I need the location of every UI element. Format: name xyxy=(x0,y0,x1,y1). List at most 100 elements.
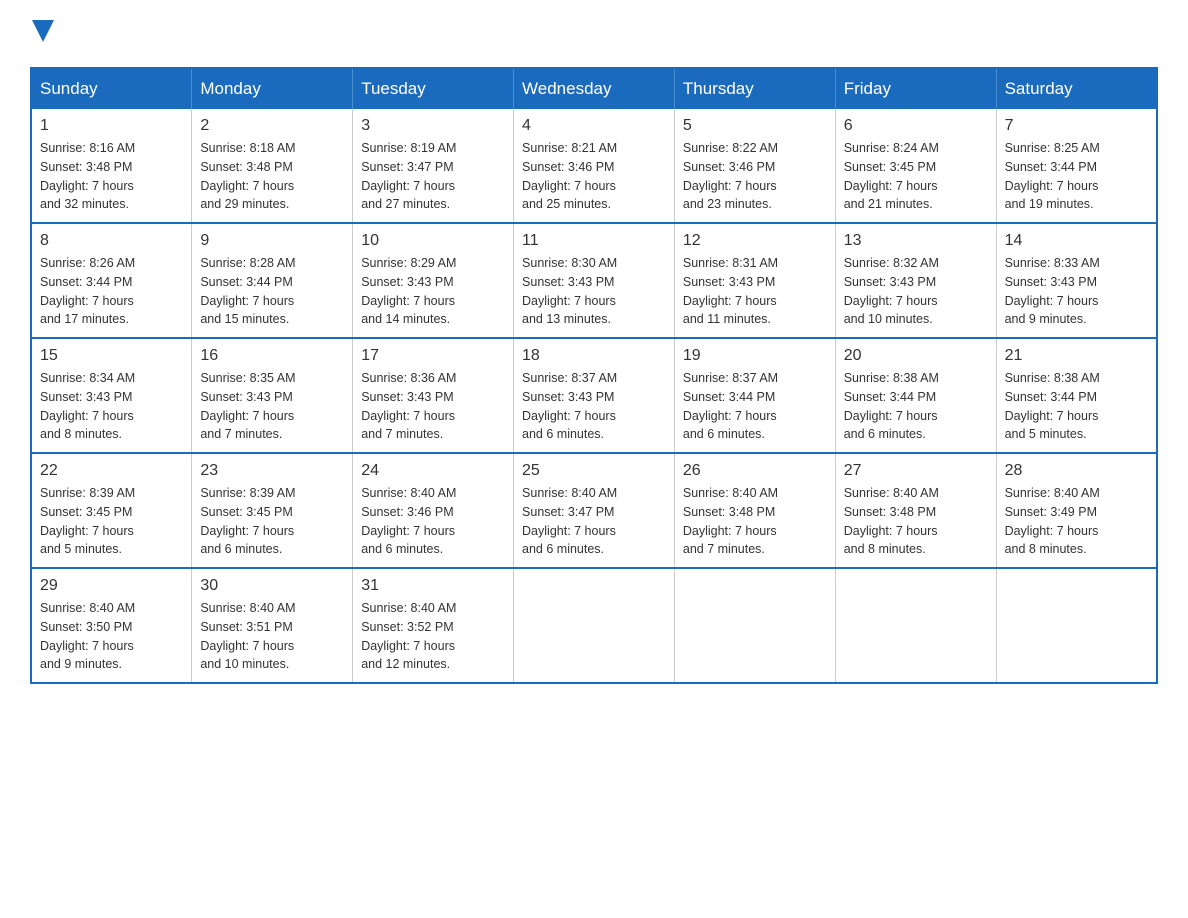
calendar-cell: 27 Sunrise: 8:40 AM Sunset: 3:48 PM Dayl… xyxy=(835,453,996,568)
day-info: Sunrise: 8:31 AM Sunset: 3:43 PM Dayligh… xyxy=(683,254,827,329)
day-info: Sunrise: 8:18 AM Sunset: 3:48 PM Dayligh… xyxy=(200,139,344,214)
day-info: Sunrise: 8:39 AM Sunset: 3:45 PM Dayligh… xyxy=(200,484,344,559)
calendar-cell: 23 Sunrise: 8:39 AM Sunset: 3:45 PM Dayl… xyxy=(192,453,353,568)
day-number: 24 xyxy=(361,462,505,480)
day-info: Sunrise: 8:33 AM Sunset: 3:43 PM Dayligh… xyxy=(1005,254,1148,329)
calendar-cell: 22 Sunrise: 8:39 AM Sunset: 3:45 PM Dayl… xyxy=(31,453,192,568)
calendar-cell: 13 Sunrise: 8:32 AM Sunset: 3:43 PM Dayl… xyxy=(835,223,996,338)
calendar-cell: 9 Sunrise: 8:28 AM Sunset: 3:44 PM Dayli… xyxy=(192,223,353,338)
calendar-cell xyxy=(674,568,835,683)
calendar-cell: 8 Sunrise: 8:26 AM Sunset: 3:44 PM Dayli… xyxy=(31,223,192,338)
day-info: Sunrise: 8:35 AM Sunset: 3:43 PM Dayligh… xyxy=(200,369,344,444)
header-thursday: Thursday xyxy=(674,68,835,109)
day-number: 7 xyxy=(1005,117,1148,135)
calendar-week-row: 8 Sunrise: 8:26 AM Sunset: 3:44 PM Dayli… xyxy=(31,223,1157,338)
calendar-cell: 3 Sunrise: 8:19 AM Sunset: 3:47 PM Dayli… xyxy=(353,109,514,223)
day-info: Sunrise: 8:40 AM Sunset: 3:51 PM Dayligh… xyxy=(200,599,344,674)
day-number: 16 xyxy=(200,347,344,365)
calendar-cell xyxy=(835,568,996,683)
calendar-cell: 24 Sunrise: 8:40 AM Sunset: 3:46 PM Dayl… xyxy=(353,453,514,568)
day-number: 13 xyxy=(844,232,988,250)
day-number: 18 xyxy=(522,347,666,365)
calendar-cell: 15 Sunrise: 8:34 AM Sunset: 3:43 PM Dayl… xyxy=(31,338,192,453)
day-info: Sunrise: 8:38 AM Sunset: 3:44 PM Dayligh… xyxy=(1005,369,1148,444)
calendar-cell: 30 Sunrise: 8:40 AM Sunset: 3:51 PM Dayl… xyxy=(192,568,353,683)
day-number: 25 xyxy=(522,462,666,480)
calendar-cell: 28 Sunrise: 8:40 AM Sunset: 3:49 PM Dayl… xyxy=(996,453,1157,568)
day-info: Sunrise: 8:40 AM Sunset: 3:49 PM Dayligh… xyxy=(1005,484,1148,559)
calendar-week-row: 22 Sunrise: 8:39 AM Sunset: 3:45 PM Dayl… xyxy=(31,453,1157,568)
calendar-cell: 1 Sunrise: 8:16 AM Sunset: 3:48 PM Dayli… xyxy=(31,109,192,223)
calendar-cell: 29 Sunrise: 8:40 AM Sunset: 3:50 PM Dayl… xyxy=(31,568,192,683)
day-number: 29 xyxy=(40,577,183,595)
calendar-cell xyxy=(514,568,675,683)
day-info: Sunrise: 8:26 AM Sunset: 3:44 PM Dayligh… xyxy=(40,254,183,329)
day-number: 4 xyxy=(522,117,666,135)
day-number: 6 xyxy=(844,117,988,135)
day-info: Sunrise: 8:37 AM Sunset: 3:43 PM Dayligh… xyxy=(522,369,666,444)
logo-triangle-icon xyxy=(32,20,54,42)
day-number: 26 xyxy=(683,462,827,480)
calendar-cell: 16 Sunrise: 8:35 AM Sunset: 3:43 PM Dayl… xyxy=(192,338,353,453)
day-info: Sunrise: 8:40 AM Sunset: 3:47 PM Dayligh… xyxy=(522,484,666,559)
calendar-cell: 21 Sunrise: 8:38 AM Sunset: 3:44 PM Dayl… xyxy=(996,338,1157,453)
calendar-cell: 31 Sunrise: 8:40 AM Sunset: 3:52 PM Dayl… xyxy=(353,568,514,683)
calendar-cell: 2 Sunrise: 8:18 AM Sunset: 3:48 PM Dayli… xyxy=(192,109,353,223)
calendar-cell: 20 Sunrise: 8:38 AM Sunset: 3:44 PM Dayl… xyxy=(835,338,996,453)
day-number: 31 xyxy=(361,577,505,595)
day-number: 17 xyxy=(361,347,505,365)
calendar-cell: 26 Sunrise: 8:40 AM Sunset: 3:48 PM Dayl… xyxy=(674,453,835,568)
day-number: 14 xyxy=(1005,232,1148,250)
calendar-cell xyxy=(996,568,1157,683)
day-number: 22 xyxy=(40,462,183,480)
day-number: 20 xyxy=(844,347,988,365)
header-sunday: Sunday xyxy=(31,68,192,109)
calendar-week-row: 1 Sunrise: 8:16 AM Sunset: 3:48 PM Dayli… xyxy=(31,109,1157,223)
calendar-week-row: 15 Sunrise: 8:34 AM Sunset: 3:43 PM Dayl… xyxy=(31,338,1157,453)
calendar-cell: 4 Sunrise: 8:21 AM Sunset: 3:46 PM Dayli… xyxy=(514,109,675,223)
day-info: Sunrise: 8:28 AM Sunset: 3:44 PM Dayligh… xyxy=(200,254,344,329)
day-number: 1 xyxy=(40,117,183,135)
day-info: Sunrise: 8:21 AM Sunset: 3:46 PM Dayligh… xyxy=(522,139,666,214)
calendar-cell: 17 Sunrise: 8:36 AM Sunset: 3:43 PM Dayl… xyxy=(353,338,514,453)
header-wednesday: Wednesday xyxy=(514,68,675,109)
logo xyxy=(30,20,54,47)
header-tuesday: Tuesday xyxy=(353,68,514,109)
calendar-cell: 18 Sunrise: 8:37 AM Sunset: 3:43 PM Dayl… xyxy=(514,338,675,453)
day-number: 23 xyxy=(200,462,344,480)
day-number: 12 xyxy=(683,232,827,250)
day-info: Sunrise: 8:22 AM Sunset: 3:46 PM Dayligh… xyxy=(683,139,827,214)
page-header xyxy=(30,20,1158,47)
day-number: 5 xyxy=(683,117,827,135)
day-info: Sunrise: 8:40 AM Sunset: 3:52 PM Dayligh… xyxy=(361,599,505,674)
calendar-cell: 7 Sunrise: 8:25 AM Sunset: 3:44 PM Dayli… xyxy=(996,109,1157,223)
day-info: Sunrise: 8:29 AM Sunset: 3:43 PM Dayligh… xyxy=(361,254,505,329)
header-saturday: Saturday xyxy=(996,68,1157,109)
day-number: 30 xyxy=(200,577,344,595)
day-number: 2 xyxy=(200,117,344,135)
day-info: Sunrise: 8:40 AM Sunset: 3:50 PM Dayligh… xyxy=(40,599,183,674)
day-info: Sunrise: 8:25 AM Sunset: 3:44 PM Dayligh… xyxy=(1005,139,1148,214)
calendar-cell: 12 Sunrise: 8:31 AM Sunset: 3:43 PM Dayl… xyxy=(674,223,835,338)
calendar-week-row: 29 Sunrise: 8:40 AM Sunset: 3:50 PM Dayl… xyxy=(31,568,1157,683)
calendar-cell: 14 Sunrise: 8:33 AM Sunset: 3:43 PM Dayl… xyxy=(996,223,1157,338)
day-info: Sunrise: 8:30 AM Sunset: 3:43 PM Dayligh… xyxy=(522,254,666,329)
day-info: Sunrise: 8:19 AM Sunset: 3:47 PM Dayligh… xyxy=(361,139,505,214)
day-number: 10 xyxy=(361,232,505,250)
day-number: 9 xyxy=(200,232,344,250)
header-monday: Monday xyxy=(192,68,353,109)
day-number: 27 xyxy=(844,462,988,480)
calendar-cell: 19 Sunrise: 8:37 AM Sunset: 3:44 PM Dayl… xyxy=(674,338,835,453)
day-info: Sunrise: 8:38 AM Sunset: 3:44 PM Dayligh… xyxy=(844,369,988,444)
calendar-cell: 6 Sunrise: 8:24 AM Sunset: 3:45 PM Dayli… xyxy=(835,109,996,223)
day-info: Sunrise: 8:40 AM Sunset: 3:48 PM Dayligh… xyxy=(683,484,827,559)
day-info: Sunrise: 8:40 AM Sunset: 3:46 PM Dayligh… xyxy=(361,484,505,559)
day-info: Sunrise: 8:24 AM Sunset: 3:45 PM Dayligh… xyxy=(844,139,988,214)
day-number: 19 xyxy=(683,347,827,365)
day-info: Sunrise: 8:16 AM Sunset: 3:48 PM Dayligh… xyxy=(40,139,183,214)
day-number: 15 xyxy=(40,347,183,365)
calendar-table: SundayMondayTuesdayWednesdayThursdayFrid… xyxy=(30,67,1158,684)
header-friday: Friday xyxy=(835,68,996,109)
day-number: 3 xyxy=(361,117,505,135)
calendar-cell: 11 Sunrise: 8:30 AM Sunset: 3:43 PM Dayl… xyxy=(514,223,675,338)
